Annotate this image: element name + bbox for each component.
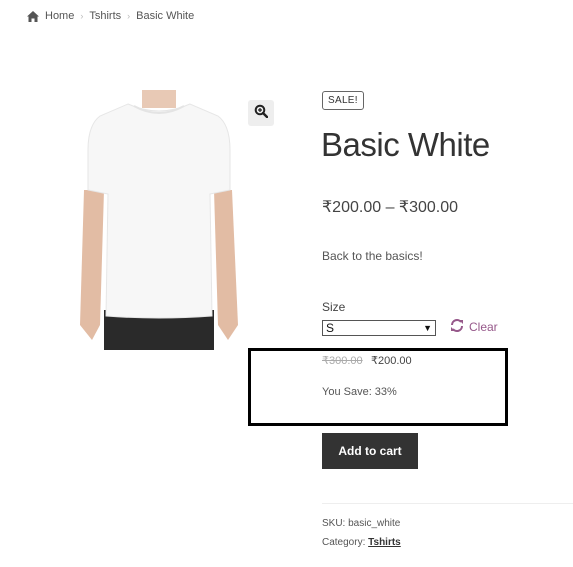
breadcrumb-tshirts[interactable]: Tshirts: [89, 10, 121, 22]
dropdown-arrow-icon: ▼: [423, 323, 432, 333]
savings-text: You Save: 33%: [322, 386, 397, 398]
breadcrumb: Home › Tshirts › Basic White: [27, 10, 194, 22]
zoom-image-button[interactable]: [248, 100, 274, 126]
refresh-icon: [450, 319, 464, 335]
size-select[interactable]: S ▼: [322, 320, 436, 336]
sale-badge: SALE!: [322, 91, 364, 110]
home-icon[interactable]: [27, 10, 39, 22]
magnify-plus-icon: [254, 104, 269, 123]
price-range: ₹200.00 – ₹300.00: [322, 199, 459, 216]
divider: [322, 503, 573, 504]
breadcrumb-current: Basic White: [136, 10, 195, 22]
size-select-value: S: [326, 321, 335, 335]
breadcrumb-home[interactable]: Home: [45, 10, 74, 22]
category-link[interactable]: Tshirts: [368, 537, 401, 548]
add-to-cart-button[interactable]: Add to cart: [322, 433, 418, 469]
sale-price: ₹200.00: [371, 355, 412, 367]
category-label: Category:: [322, 537, 369, 548]
chevron-right-icon: ›: [127, 11, 131, 21]
regular-price: ₹300.00: [322, 355, 363, 367]
product-title: Basic White: [321, 126, 490, 163]
category: Category: Tshirts: [322, 537, 401, 548]
size-label: Size: [322, 300, 346, 314]
chevron-right-icon: ›: [80, 11, 84, 21]
sku: SKU: basic_white: [322, 518, 401, 529]
short-description: Back to the basics!: [322, 249, 423, 263]
clear-label: Clear: [469, 320, 498, 334]
product-image[interactable]: [78, 90, 240, 350]
clear-selection-link[interactable]: Clear: [450, 319, 498, 335]
